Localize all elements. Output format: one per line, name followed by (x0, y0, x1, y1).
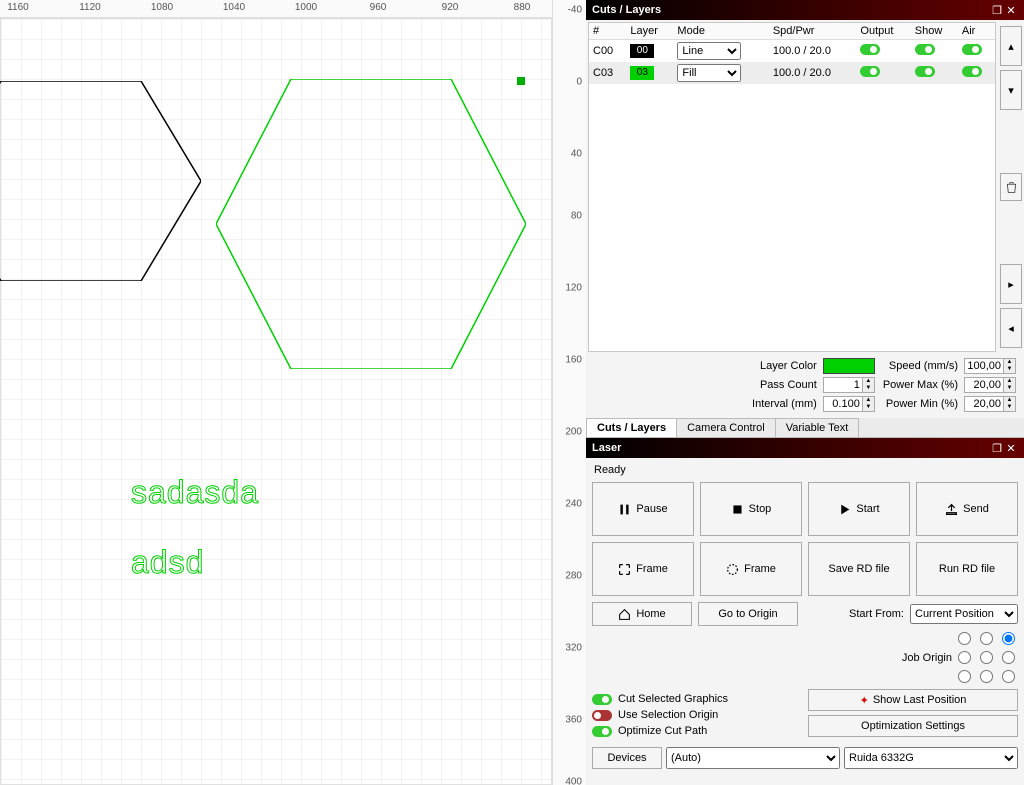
laser-status: Ready (592, 464, 1018, 476)
ruler-horizontal: 1160 1120 1080 1040 1000 960 920 880 (0, 0, 586, 18)
layer-prev-button[interactable]: ◂ (1000, 308, 1022, 348)
frame-rect-icon (618, 563, 631, 576)
output-toggle-c00[interactable] (860, 44, 880, 55)
layers-table[interactable]: # Layer Mode Spd/Pwr Output Show Air C00… (588, 22, 996, 352)
job-origin-grid[interactable] (958, 632, 1018, 683)
layer-properties: Layer Color Speed (mm/s) ▲▼ Pass Count ▲… (586, 354, 1024, 418)
show-last-position-button[interactable]: ✦Show Last Position (808, 689, 1018, 711)
layer-row-c00[interactable]: C00 00 Line 100.0 / 20.0 (589, 40, 995, 63)
layer-move-down-button[interactable]: ▾ (1000, 70, 1022, 110)
save-rd-button[interactable]: Save RD file (808, 542, 910, 596)
panel-close-icon[interactable]: ✕ (1004, 4, 1018, 17)
panel-tabs: Cuts / Layers Camera Control Variable Te… (586, 418, 1024, 438)
frame-rect-button[interactable]: Frame (592, 542, 694, 596)
home-icon (618, 608, 631, 621)
panel-float-icon[interactable]: ❐ (990, 4, 1004, 17)
send-button[interactable]: Send (916, 482, 1018, 536)
output-toggle-c03[interactable] (860, 66, 880, 77)
start-button[interactable]: Start (808, 482, 910, 536)
layer-move-up-button[interactable]: ▴ (1000, 26, 1022, 66)
layer-swatch-03[interactable]: 03 (630, 66, 654, 80)
interval-field[interactable]: ▲▼ (823, 396, 877, 412)
start-from-label: Start From: (849, 608, 904, 620)
stop-icon (731, 503, 744, 516)
shape-hexagon-green[interactable] (216, 79, 526, 369)
pass-count-field[interactable]: ▲▼ (823, 377, 877, 393)
port-select[interactable]: (Auto) (666, 747, 840, 769)
air-toggle-c00[interactable] (962, 44, 982, 55)
cuts-layers-title: Cuts / Layers (592, 4, 990, 16)
laser-close-icon[interactable]: ✕ (1004, 442, 1018, 455)
laser-header: Laser ❐ ✕ (586, 438, 1024, 458)
tab-camera-control[interactable]: Camera Control (676, 418, 776, 437)
mode-select-c00[interactable]: Line (677, 42, 741, 60)
controller-select[interactable]: Ruida 6332G (844, 747, 1018, 769)
devices-button[interactable]: Devices (592, 747, 662, 769)
laser-title: Laser (592, 442, 990, 454)
send-icon (945, 503, 958, 516)
cut-selected-toggle[interactable] (592, 694, 612, 705)
optimize-cut-path-toggle[interactable] (592, 726, 612, 737)
shape-hexagon-black[interactable] (0, 81, 201, 281)
run-rd-button[interactable]: Run RD file (916, 542, 1018, 596)
layer-delete-button[interactable] (1000, 173, 1022, 201)
cuts-layers-header: Cuts / Layers ❐ ✕ (586, 0, 1024, 20)
job-origin-label: Job Origin (902, 652, 952, 664)
pause-button[interactable]: Pause (592, 482, 694, 536)
home-button[interactable]: Home (592, 602, 692, 626)
tab-cuts-layers[interactable]: Cuts / Layers (586, 418, 677, 437)
go-to-origin-button[interactable]: Go to Origin (698, 602, 798, 626)
layer-next-button[interactable]: ▸ (1000, 264, 1022, 304)
mode-select-c03[interactable]: Fill (677, 64, 741, 82)
start-from-select[interactable]: Current Position (910, 604, 1018, 624)
frame-circle-icon (726, 563, 739, 576)
optimization-settings-button[interactable]: Optimization Settings (808, 715, 1018, 737)
design-canvas[interactable]: 1160 1120 1080 1040 1000 960 920 880 -40… (0, 0, 586, 785)
frame-circle-button[interactable]: Frame (700, 542, 802, 596)
air-toggle-c03[interactable] (962, 66, 982, 77)
layer-row-c03[interactable]: C03 03 Fill 100.0 / 20.0 (589, 62, 995, 84)
power-max-field[interactable]: ▲▼ (964, 377, 1018, 393)
selection-handle[interactable] (517, 77, 525, 85)
use-selection-origin-toggle[interactable] (592, 710, 612, 721)
stop-button[interactable]: Stop (700, 482, 802, 536)
ruler-vertical: -40 0 40 80 120 160 200 240 280 320 360 … (552, 0, 586, 785)
show-toggle-c03[interactable] (915, 66, 935, 77)
tab-variable-text[interactable]: Variable Text (775, 418, 860, 437)
laser-float-icon[interactable]: ❐ (990, 442, 1004, 455)
trash-icon (1005, 181, 1018, 194)
pause-icon (618, 503, 631, 516)
speed-field[interactable]: ▲▼ (964, 358, 1018, 374)
text-object-2[interactable]: adsd (131, 544, 204, 581)
canvas-grid[interactable]: sadasda adsd (0, 18, 552, 785)
show-toggle-c00[interactable] (915, 44, 935, 55)
play-icon (838, 503, 851, 516)
layer-swatch-00[interactable]: 00 (630, 44, 654, 58)
power-min-field[interactable]: ▲▼ (964, 396, 1018, 412)
layer-color-swatch[interactable] (823, 358, 875, 374)
text-object-1[interactable]: sadasda (131, 474, 259, 511)
